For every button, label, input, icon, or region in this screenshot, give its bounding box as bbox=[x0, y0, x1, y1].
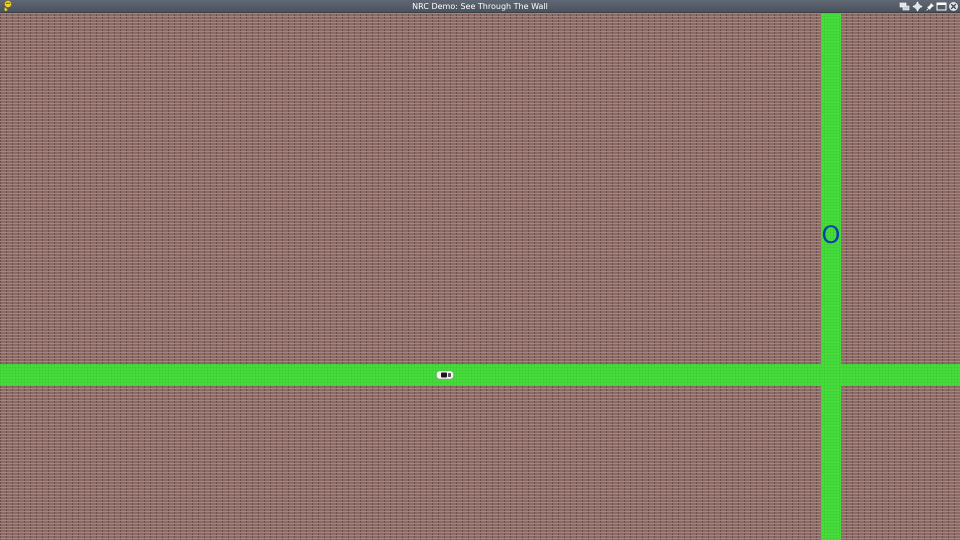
brick-wall bbox=[0, 13, 960, 540]
move-icon[interactable] bbox=[912, 1, 923, 12]
close-icon[interactable] bbox=[948, 1, 959, 12]
window-title: NRC Demo: See Through The Wall bbox=[412, 2, 548, 11]
vertical-road bbox=[821, 13, 841, 540]
game-canvas[interactable]: O bbox=[0, 13, 960, 540]
restore-icon[interactable] bbox=[899, 1, 910, 12]
title-bar[interactable]: NRC Demo: See Through The Wall bbox=[0, 0, 960, 13]
app-window: NRC Demo: See Through The Wall O bbox=[0, 0, 960, 540]
horizontal-road bbox=[0, 364, 960, 386]
maximize-icon[interactable] bbox=[936, 1, 947, 12]
target-marker: O bbox=[821, 221, 841, 249]
pin-icon[interactable] bbox=[925, 1, 936, 12]
car-icon bbox=[436, 370, 454, 380]
